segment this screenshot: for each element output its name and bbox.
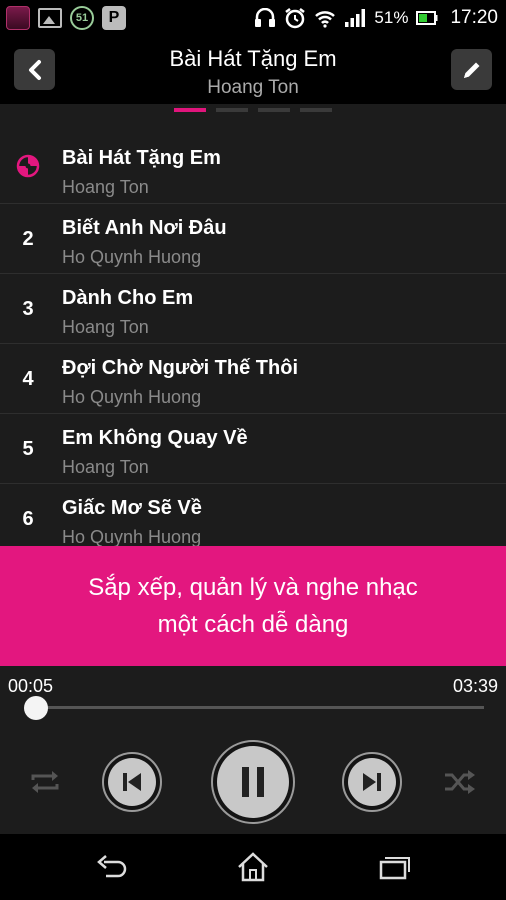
banner-line-1: Sắp xếp, quản lý và nghe nhạc [88,574,418,601]
status-bar: 51 P 51% 17:20 [0,0,506,36]
now-playing-title: Bài Hát Tặng Em [169,46,337,71]
track-title: Giấc Mơ Sẽ Về [62,497,202,519]
seek-thumb[interactable] [24,696,49,720]
pause-icon [242,767,264,797]
page-dot-2[interactable] [216,108,248,112]
home-icon [238,852,268,882]
next-button[interactable] [342,752,402,812]
headset-icon [254,7,276,29]
page-dot-3[interactable] [258,108,290,112]
status-icons-right: 51% 17:20 [254,4,498,32]
track-row[interactable]: 6 Giấc Mơ Sẽ Về Ho Quynh Huong [0,484,506,546]
track-row[interactable]: 5 Em Không Quay Về Hoang Ton [0,414,506,484]
recent-apps-icon [379,857,410,880]
track-row[interactable]: 2 Biết Anh Nơi Đâu Ho Quynh Huong [0,204,506,274]
track-title: Em Không Quay Về [62,427,248,449]
track-row[interactable]: 4 Đợi Chờ Người Thế Thôi Ho Quynh Huong [0,344,506,414]
back-button[interactable] [14,49,55,90]
track-artist: Ho Quynh Huong [62,387,202,407]
image-icon [38,8,62,28]
wifi-icon [314,7,336,29]
battery-percent: 51% [374,8,409,27]
track-artist: Hoang Ton [62,317,149,337]
track-artist: Hoang Ton [62,457,149,477]
back-arrow-icon [97,855,127,878]
track-title: Dành Cho Em [62,287,194,309]
track-number: 5 [22,438,34,460]
pencil-icon [463,62,479,78]
skip-next-icon [363,773,381,791]
nav-home-button[interactable] [233,850,273,884]
track-artist: Ho Quynh Huong [62,527,202,546]
system-nav-bar [0,834,506,900]
skip-previous-icon [123,773,141,791]
previous-button[interactable] [102,752,162,812]
banner-text: Sắp xếp, quản lý và nghe nhạc một cách d… [48,569,458,643]
player-controls: 00:05 03:39 [0,666,506,834]
repeat-button[interactable] [25,762,65,802]
nav-recents-button[interactable] [374,850,414,884]
battery-icon [416,7,438,29]
track-list: Bài Hát Tặng Em Hoang Ton 2 Biết Anh Nơi… [0,124,506,546]
current-time: 00:05 [8,676,54,696]
track-artist: Ho Quynh Huong [62,247,202,267]
signal-icon [344,7,366,29]
edit-button[interactable] [451,49,492,90]
nav-back-button[interactable] [92,850,132,884]
promo-banner: Sắp xếp, quản lý và nghe nhạc một cách d… [0,546,506,666]
shuffle-icon [445,770,475,794]
track-number: 6 [22,508,34,530]
p-app-icon: P [102,6,126,30]
badge-51-icon: 51 [70,6,94,30]
shuffle-button[interactable] [440,762,480,802]
page-dot-1[interactable] [174,108,206,112]
page-dot-4[interactable] [300,108,332,112]
page-indicator [0,104,506,124]
track-number: 4 [22,368,34,390]
track-title: Bài Hát Tặng Em [62,147,221,169]
alarm-icon [284,7,306,29]
track-artist: Hoang Ton [62,177,149,197]
app-header: Bài Hát Tặng Em Hoang Ton [0,36,506,104]
chevron-left-icon [28,59,41,80]
track-number: 3 [22,298,34,320]
now-playing-artist: Hoang Ton [207,77,299,98]
seek-bar[interactable] [26,706,484,709]
clock: 17:20 [450,7,498,28]
total-time: 03:39 [452,676,498,696]
banner-line-2: một cách dễ dàng [157,611,349,638]
repeat-icon [31,771,59,793]
app-icon [6,6,30,30]
track-row[interactable]: 3 Dành Cho Em Hoang Ton [0,274,506,344]
track-title: Biết Anh Nơi Đâu [62,217,227,239]
pause-button[interactable] [211,740,295,824]
track-row[interactable]: Bài Hát Tặng Em Hoang Ton [0,134,506,204]
status-icons-left: 51 P [6,4,126,32]
track-number: 2 [22,228,34,250]
track-title: Đợi Chờ Người Thế Thôi [62,357,299,379]
now-playing-disc-icon [16,154,40,178]
